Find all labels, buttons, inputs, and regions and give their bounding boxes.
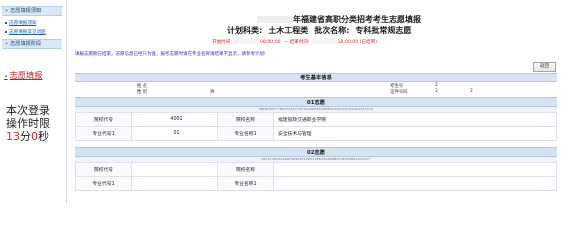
chevron-right-icon: »: [4, 73, 8, 80]
school-name-value: 福建船政交通职业学院: [273, 112, 557, 127]
sidebar-link-faq[interactable]: 志愿填报常见问题: [5, 29, 46, 36]
basic-info-header: 考生基本信息: [75, 73, 557, 82]
major-name-value: 安全技术与管理: [273, 126, 557, 141]
bullet-icon: [5, 21, 7, 24]
timer-minutes: 13: [6, 130, 20, 143]
timer-line-1: 本次登录: [6, 104, 50, 117]
page-root: » 志愿填报须知 志愿填报须知 志愿填报常见问题 » 志愿填报阶段 » 志愿填报 本次…: [0, 0, 567, 205]
start-time-value: 08:00:00: [259, 40, 281, 45]
table-row: 院校代号 4001 院校名称 福建船政交通职业学院: [75, 112, 557, 127]
school-name-label: 院校名称: [217, 162, 274, 177]
major-code-value: [131, 176, 218, 191]
basic-info-rows: 姓 名 性 别 男 考生号 2 证件号码 2 2: [75, 82, 557, 96]
session-timer: 本次登录 操作时限 13分0秒: [6, 104, 62, 143]
choice-02-header: 02志愿: [75, 147, 557, 157]
sidebar-link-fill[interactable]: » 志愿填报: [4, 70, 42, 82]
sidebar-section-notice[interactable]: » 志愿填报须知: [2, 6, 62, 16]
timer-seconds-unit: 秒: [38, 130, 49, 143]
end-time-label: 结束时间:: [289, 40, 310, 45]
chevron-right-icon: »: [5, 41, 9, 47]
back-button[interactable]: 返回: [533, 62, 556, 72]
choice-01-section: 01志愿 3BF8D65F77BE17850173F3AA9DF8F0DE8DA…: [75, 97, 557, 141]
batch-label: 批次名称:: [314, 26, 350, 35]
timer-minutes-unit: 分: [20, 130, 31, 143]
gender-label: 性 别: [137, 90, 148, 95]
batch-value: 专科批常规志愿: [355, 26, 412, 35]
plan-info: 计划科类: 土木工程类 批次名称: 专科批常规志愿: [227, 25, 417, 36]
sidebar-link-notice[interactable]: 志愿填报须知: [5, 20, 37, 27]
school-code-value: 4001: [131, 112, 218, 127]
choice-01-header: 01志愿: [75, 97, 557, 107]
sidebar-section-notice-label: 志愿填报须知: [10, 8, 42, 14]
choice-02-section: 02志愿 3653C3EA6A3D6FAB9FAF33DC38EA35A6D6B…: [75, 147, 557, 191]
plan-category-value: 土木工程类: [268, 26, 309, 35]
id-value: 2: [435, 89, 438, 94]
sidebar: » 志愿填报须知 志愿填报须知 志愿填报常见问题 » 志愿填报阶段 » 志愿填报 本次…: [0, 0, 62, 205]
bullet-icon: [5, 30, 7, 33]
major-code-label: 专业代号1: [75, 176, 132, 191]
major-code-value: 01: [131, 126, 218, 141]
timer-line-2: 操作时限: [6, 117, 50, 130]
sidebar-section-stage-label: 志愿填报阶段: [10, 41, 42, 47]
time-window: 开始时间: 08:00:00 — 结束时间: 18:00:00 (已结束): [212, 39, 377, 45]
major-name-label: 专业名称1: [217, 126, 274, 141]
major-name-label: 专业名称1: [217, 176, 274, 191]
redacted-start-date: [233, 39, 258, 44]
status-text: (已结束): [359, 40, 377, 45]
school-code-value: [131, 162, 218, 177]
redacted-end-date: [311, 39, 336, 44]
exam-no-value: 2: [435, 83, 438, 88]
table-row: 专业代号1 01 专业名称1 安全技术与管理: [75, 126, 557, 141]
gender-value: 男: [210, 90, 215, 95]
end-time-value: 18:00:00: [337, 40, 359, 45]
timer-countdown: 13分0秒: [6, 130, 62, 143]
major-code-label: 专业代号1: [75, 126, 132, 141]
redacted-year: [257, 16, 293, 23]
id-value-tail: 2: [470, 89, 473, 94]
table-row: 院校代号 院校名称: [75, 162, 557, 177]
sidebar-link-fill-label: 志愿填报: [9, 70, 43, 80]
choice-01-table: 院校代号 4001 院校名称 福建船政交通职业学院 专业代号1 01 专业名称1…: [75, 112, 557, 141]
plan-category-label: 计划科类:: [227, 26, 263, 35]
sidebar-link-faq-label: 志愿填报常见问题: [9, 30, 46, 35]
page-title: 年福建省高职分类招考考生志愿填报: [257, 14, 421, 25]
choice-02-table: 院校代号 院校名称 专业代号1 专业名称1: [75, 162, 557, 191]
major-name-value: [273, 176, 557, 191]
basic-info-section: 考生基本信息 姓 名 性 别 男 考生号 2 证件号码 2 2: [75, 73, 557, 96]
chevron-right-icon: »: [5, 8, 9, 14]
school-name-label: 院校名称: [217, 112, 274, 127]
table-row: 专业代号1 专业名称1: [75, 176, 557, 191]
school-name-value: [273, 162, 557, 177]
start-time-label: 开始时间:: [212, 40, 232, 45]
id-label: 证件号码: [390, 90, 408, 95]
school-code-label: 院校代号: [75, 112, 132, 127]
notice-text: 填报志愿期已结束，志愿信息已经只为查，报考志愿时请在专业名称请结果不显示，请参考…: [75, 52, 266, 57]
timer-seconds: 0: [31, 130, 38, 143]
sidebar-section-stage[interactable]: » 志愿填报阶段: [2, 39, 62, 49]
school-code-label: 院校代号: [75, 162, 132, 177]
page-title-text: 年福建省高职分类招考考生志愿填报: [293, 15, 421, 24]
main-panel: 年福建省高职分类招考考生志愿填报 计划科类: 土木工程类 批次名称: 专科批常规志愿 …: [66, 0, 567, 205]
sidebar-link-notice-label: 志愿填报须知: [9, 21, 37, 26]
